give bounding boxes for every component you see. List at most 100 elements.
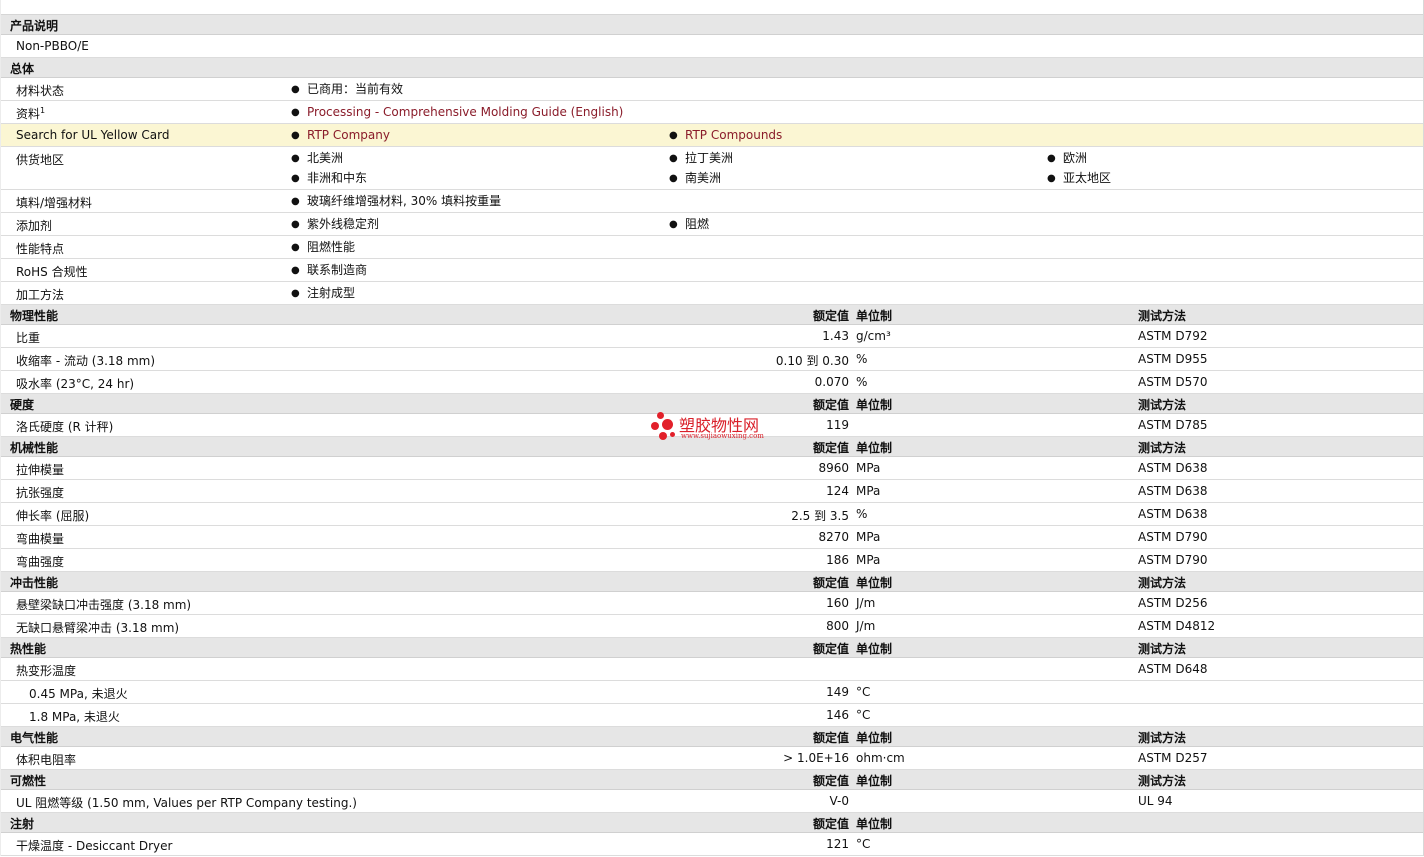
unit-header: 单位制 [856, 817, 893, 831]
section-header: 可燃性 额定值 单位制 测试方法 [1, 770, 1423, 790]
property-unit: MPa [856, 553, 881, 567]
general-row-item[interactable]: ● RTP Compounds [669, 128, 782, 143]
bullet-icon: ● [1047, 153, 1056, 164]
property-value: 8960 [818, 461, 849, 475]
general-row: 材料状态 ● 已商用：当前有效 [1, 78, 1423, 101]
property-test-method: ASTM D955 [1138, 352, 1208, 366]
property-row: 1.8 MPa, 未退火 146 °C [1, 704, 1423, 727]
nominal-header: 额定值 [812, 731, 849, 745]
nominal-header: 额定值 [812, 576, 849, 590]
property-label: 吸水率 (23°C, 24 hr) [16, 377, 135, 391]
general-row: 供货地区 ● 北美洲 ● 拉丁美洲 ● 欧洲 ● 非洲和中东 ● 南美洲 ● 亚太地区 [1, 147, 1423, 190]
general-row: Search for UL Yellow Card ● RTP Company ● RT… [1, 124, 1423, 147]
property-label: 热变形温度 [16, 664, 77, 678]
general-row-item: ● 已商用：当前有效 [291, 82, 403, 97]
property-value: 800 [826, 619, 849, 633]
section-header: 注射 额定值 单位制 [1, 813, 1423, 833]
property-label: 1.8 MPa, 未退火 [29, 710, 120, 724]
property-value: 146 [826, 708, 849, 722]
unit-header: 单位制 [856, 398, 893, 412]
property-row: UL 阻燃等级 (1.50 mm, Values per RTP Company… [1, 790, 1423, 813]
unit-header: 单位制 [856, 642, 893, 656]
property-label: 弯曲强度 [16, 555, 65, 569]
general-row-item: ● 阻燃 [669, 217, 709, 232]
general-row-item: ● 联系制造商 [291, 263, 367, 278]
property-label: 0.45 MPa, 未退火 [29, 687, 128, 701]
bullet-icon: ● [669, 219, 678, 230]
section-title: 总体 [10, 62, 35, 76]
section-header: 物理性能 额定值 单位制 测试方法 [1, 305, 1423, 325]
test-method-header: 测试方法 [1138, 398, 1187, 412]
bullet-icon: ● [291, 173, 300, 184]
general-row-item: ● 拉丁美洲 [669, 151, 733, 166]
product-description-row: Non-PBBO/E [1, 35, 1423, 58]
general-row-label: 资料1 [16, 105, 45, 122]
item-text: 注射成型 [307, 286, 356, 300]
property-value: 149 [826, 685, 849, 699]
bullet-icon: ● [1047, 173, 1056, 184]
unit-header: 单位制 [856, 309, 893, 323]
property-row: 拉伸模量 8960 MPa ASTM D638 [1, 457, 1423, 480]
section-header-overall: 总体 [1, 58, 1423, 78]
top-strip [1, 0, 1423, 15]
test-method-header: 测试方法 [1138, 731, 1187, 745]
unit-header: 单位制 [856, 774, 893, 788]
bullet-icon: ● [291, 288, 300, 299]
section-title: 热性能 [10, 642, 47, 656]
property-value: 8270 [818, 530, 849, 544]
bullet-icon: ● [669, 173, 678, 184]
label-text: RoHS 合规性 [16, 265, 88, 279]
property-row: 0.45 MPa, 未退火 149 °C [1, 681, 1423, 704]
general-row-label: Search for UL Yellow Card [16, 128, 169, 142]
property-unit: % [856, 352, 868, 366]
bullet-icon: ● [291, 242, 300, 253]
test-method-header: 测试方法 [1138, 642, 1187, 656]
item-text: 紫外线稳定剂 [307, 217, 380, 231]
item-text: 已商用：当前有效 [307, 82, 404, 96]
property-value: 1.43 [822, 329, 849, 343]
property-unit: °C [856, 685, 871, 699]
property-label: 比重 [16, 331, 41, 345]
section-header: 冲击性能 额定值 单位制 测试方法 [1, 572, 1423, 592]
general-row-item[interactable]: ● Processing - Comprehensive Molding Guid… [291, 105, 623, 120]
general-row-item: ● 南美洲 [669, 171, 721, 186]
general-row: 填料/增强材料 ● 玻璃纤维增强材料, 30% 填料按重量 [1, 190, 1423, 213]
general-row-item[interactable]: ● RTP Company [291, 128, 390, 143]
property-value: V-0 [829, 794, 849, 808]
property-unit: J/m [856, 596, 876, 610]
nominal-header: 额定值 [812, 398, 849, 412]
bullet-icon: ● [291, 107, 300, 118]
section-header-product-description: 产品说明 [1, 15, 1423, 35]
property-label: 无缺口悬臂梁冲击 (3.18 mm) [16, 621, 180, 635]
label-text: 填料/增强材料 [16, 196, 93, 210]
property-unit: J/m [856, 619, 876, 633]
section-title: 冲击性能 [10, 576, 59, 590]
item-text: 欧洲 [1063, 151, 1088, 165]
label-text: Search for UL Yellow Card [16, 128, 170, 142]
item-link[interactable]: Processing - Comprehensive Molding Guide… [307, 105, 623, 120]
watermark-url: www.sujiaowuxing.com [681, 432, 764, 440]
item-link[interactable]: RTP Company [307, 128, 390, 143]
general-row-item: ● 非洲和中东 [291, 171, 367, 186]
test-method-header: 测试方法 [1138, 576, 1187, 590]
bullet-icon: ● [291, 265, 300, 276]
test-method-header: 测试方法 [1138, 441, 1187, 455]
property-test-method: ASTM D790 [1138, 553, 1208, 567]
property-value: 186 [826, 553, 849, 567]
nominal-header: 额定值 [812, 817, 849, 831]
property-test-method: ASTM D648 [1138, 662, 1208, 676]
section-header: 电气性能 额定值 单位制 测试方法 [1, 727, 1423, 747]
general-row-item: ● 玻璃纤维增强材料, 30% 填料按重量 [291, 194, 501, 209]
general-row-item: ● 注射成型 [291, 286, 355, 301]
test-method-header: 测试方法 [1138, 309, 1187, 323]
general-row: 资料1 ● Processing - Comprehensive Molding G… [1, 101, 1423, 124]
item-link[interactable]: RTP Compounds [685, 128, 782, 143]
property-unit: g/cm³ [856, 329, 891, 343]
item-text: 玻璃纤维增强材料, 30% 填料按重量 [307, 194, 502, 208]
property-row: 体积电阻率 > 1.0E+16 ohm·cm ASTM D257 [1, 747, 1423, 770]
section-title: 注射 [10, 817, 35, 831]
property-test-method: UL 94 [1138, 794, 1173, 808]
property-row: 吸水率 (23°C, 24 hr) 0.070% ASTM D570 [1, 371, 1423, 394]
property-test-method: ASTM D792 [1138, 329, 1208, 343]
bullet-icon: ● [669, 153, 678, 164]
